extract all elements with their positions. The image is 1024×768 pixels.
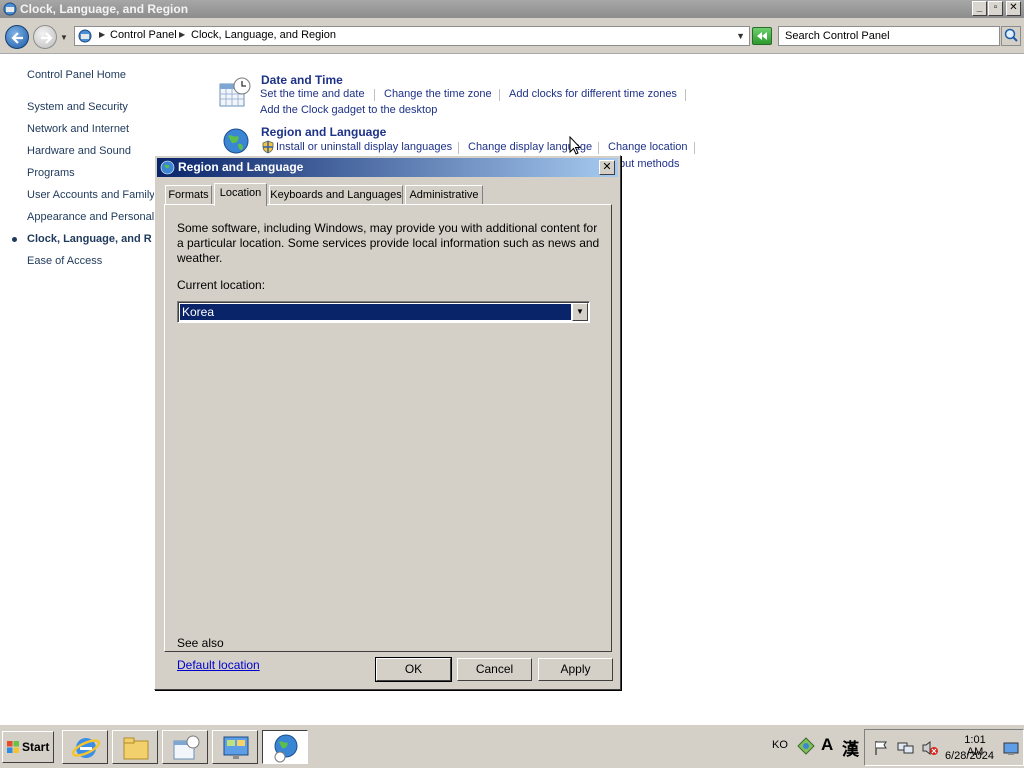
link-separator [374, 89, 375, 101]
volume-muted-icon[interactable] [921, 740, 939, 756]
action-center-flag-icon[interactable] [873, 740, 889, 756]
date-time-icon [219, 77, 251, 107]
link-set-time-and-date[interactable]: Set the time and date [260, 88, 365, 100]
taskbar-internet-explorer[interactable] [62, 730, 108, 764]
cancel-button[interactable]: Cancel [457, 658, 532, 681]
control-panel-icon [223, 736, 249, 759]
nav-hardware-and-sound[interactable]: Hardware and Sound [27, 145, 131, 157]
nav-appearance[interactable]: Appearance and Personali [27, 211, 157, 223]
category-date-and-time[interactable]: Date and Time [261, 73, 343, 87]
main-titlebar: Clock, Language, and Region _ ▫ ✕ [0, 0, 1024, 18]
category-region-and-language[interactable]: Region and Language [261, 125, 386, 139]
nav-programs[interactable]: Programs [27, 167, 75, 179]
tab-location[interactable]: Location [214, 183, 267, 206]
nav-control-panel-home[interactable]: Control Panel Home [27, 69, 126, 81]
link-install-display-languages[interactable]: Install or uninstall display languages [276, 141, 452, 153]
date-time-icon [173, 735, 200, 760]
shield-icon [262, 140, 274, 154]
network-icon[interactable] [897, 740, 915, 756]
start-label: Start [22, 740, 50, 754]
current-page-bullet [12, 237, 17, 242]
current-location-value: Korea [179, 303, 572, 321]
link-separator [499, 89, 500, 101]
windows-explorer-icon [123, 737, 149, 760]
taskbar-windows-explorer[interactable] [112, 730, 158, 764]
link-change-time-zone[interactable]: Change the time zone [384, 88, 492, 100]
tab-formats[interactable]: Formats [165, 185, 212, 205]
show-desktop-icon[interactable] [1003, 742, 1019, 756]
forward-arrow-icon [41, 32, 53, 44]
dialog-title: Region and Language [178, 160, 304, 174]
link-separator [685, 89, 686, 101]
close-button[interactable]: ✕ [1006, 1, 1021, 16]
back-button[interactable] [5, 25, 29, 49]
link-separator [694, 142, 695, 154]
refresh-icon [757, 32, 767, 40]
current-location-select[interactable]: Korea ▼ [177, 301, 590, 323]
ime-pad-icon[interactable] [797, 737, 815, 755]
taskbar-region-language[interactable] [262, 730, 308, 764]
tab-administrative[interactable]: Administrative [405, 185, 483, 205]
recent-pages-dropdown[interactable]: ▼ [60, 33, 68, 42]
see-also-label: See also [177, 636, 224, 650]
start-button[interactable]: Start [2, 731, 54, 763]
region-language-dialog: Region and Language ✕ Formats Location K… [154, 155, 621, 690]
dialog-titlebar[interactable]: Region and Language ✕ [157, 158, 618, 177]
search-input[interactable]: Search Control Panel [778, 26, 1000, 46]
dialog-close-button[interactable]: ✕ [599, 160, 615, 175]
ime-hanja-icon[interactable]: 漢 [842, 735, 859, 760]
back-arrow-icon [11, 32, 23, 44]
chevron-down-icon[interactable]: ▼ [572, 303, 588, 321]
apply-button[interactable]: Apply [538, 658, 613, 681]
link-separator [598, 142, 599, 154]
breadcrumb-current[interactable]: Clock, Language, and Region [191, 29, 336, 41]
internet-explorer-icon [71, 738, 101, 758]
window-title: Clock, Language, and Region [20, 2, 189, 16]
ime-mode-a-icon[interactable]: A [821, 735, 833, 755]
link-input-methods[interactable]: put methods [619, 158, 680, 170]
nav-network-and-internet[interactable]: Network and Internet [27, 123, 129, 135]
ok-button[interactable]: OK [375, 657, 452, 682]
nav-system-and-security[interactable]: System and Security [27, 101, 128, 113]
link-change-location[interactable]: Change location [608, 141, 688, 153]
refresh-button[interactable] [752, 27, 772, 45]
link-add-clocks[interactable]: Add clocks for different time zones [509, 88, 677, 100]
taskbar-control-panel[interactable] [212, 730, 258, 764]
region-language-icon [274, 734, 298, 763]
link-add-clock-gadget[interactable]: Add the Clock gadget to the desktop [260, 104, 437, 116]
minimize-button[interactable]: _ [972, 1, 987, 16]
nav-clock-language-region[interactable]: Clock, Language, and R [27, 233, 152, 245]
input-language-indicator[interactable]: KO [772, 739, 788, 751]
link-separator [458, 142, 459, 154]
tab-keyboards-and-languages[interactable]: Keyboards and Languages [269, 185, 403, 205]
search-button[interactable] [1001, 26, 1021, 46]
nav-ease-of-access[interactable]: Ease of Access [27, 255, 102, 267]
mouse-cursor-icon [569, 136, 582, 155]
taskbar-date-time[interactable] [162, 730, 208, 764]
taskbar: Start KO A 漢 1:01 AM 6/28/2024 [0, 724, 1024, 768]
restore-button[interactable]: ▫ [988, 1, 1003, 16]
windows-logo-icon [7, 741, 19, 753]
address-dropdown-icon[interactable]: ▼ [736, 31, 745, 41]
notification-area: 1:01 AM 6/28/2024 [864, 729, 1024, 766]
search-icon [1004, 28, 1018, 42]
current-location-label: Current location: [177, 278, 266, 292]
control-panel-icon [78, 29, 92, 43]
location-description: Some software, including Windows, may pr… [177, 221, 600, 265]
clock-date[interactable]: 6/28/2024 [945, 750, 994, 762]
default-location-link[interactable]: Default location [177, 658, 260, 672]
location-tab-panel: Some software, including Windows, may pr… [164, 204, 612, 672]
breadcrumb-separator-icon[interactable]: ▶ [99, 30, 105, 39]
control-panel-icon [3, 2, 17, 16]
breadcrumb-control-panel[interactable]: Control Panel [110, 29, 177, 41]
region-language-icon [160, 160, 175, 175]
address-toolbar: ▼ ▶ Control Panel ▶ Clock, Language, and… [0, 18, 1024, 54]
region-language-icon [223, 128, 249, 154]
address-box[interactable]: ▶ Control Panel ▶ Clock, Language, and R… [74, 26, 750, 46]
breadcrumb-separator-icon[interactable]: ▶ [179, 30, 185, 39]
forward-button[interactable] [33, 25, 57, 49]
nav-user-accounts[interactable]: User Accounts and Family [27, 189, 155, 201]
